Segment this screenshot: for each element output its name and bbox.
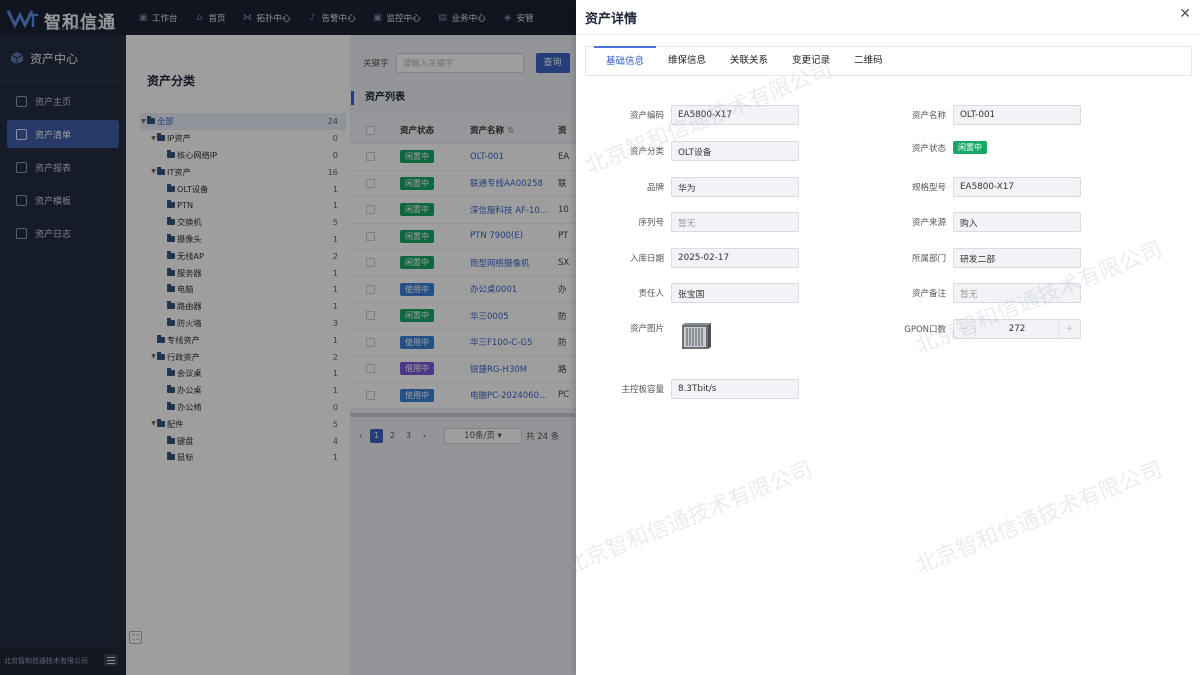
asset-category-field[interactable]: OLT设备: [671, 141, 799, 161]
field-brand: 品牌 华为: [576, 177, 799, 197]
field-label: GPON口数: [904, 325, 946, 335]
asset-image[interactable]: [679, 319, 713, 353]
tab-change-log[interactable]: 变更记录: [780, 46, 842, 76]
tab-maintenance[interactable]: 维保信息: [656, 46, 718, 76]
dept-field[interactable]: 研发二部: [953, 248, 1081, 268]
serial-field[interactable]: 暂无: [671, 212, 799, 232]
asset-name-field[interactable]: OLT-001: [953, 105, 1081, 125]
modal-mask-top: [0, 0, 576, 35]
tab-relations[interactable]: 关联关系: [718, 46, 780, 76]
field-image: 资产图片: [576, 319, 713, 353]
tab-basic-info[interactable]: 基础信息: [594, 46, 657, 76]
field-label: 资产名称: [911, 111, 946, 121]
field-label: 资产备注: [911, 289, 946, 299]
watermark: 北京智和信通技术有限公司: [561, 457, 817, 580]
asset-detail-drawer: 资产详情 ✕ 基础信息 维保信息 关联关系 变更记录 二维码 资产编码 EA580…: [562, 0, 1200, 675]
field-in-date: 入库日期 2025-02-17: [576, 248, 799, 268]
source-field[interactable]: 购入: [953, 212, 1081, 232]
field-label: 所属部门: [911, 254, 946, 264]
field-label: 资产状态: [911, 143, 946, 154]
field-serial: 序列号 暂无: [576, 212, 799, 232]
modal-mask[interactable]: [126, 35, 576, 675]
field-source: 资产来源 购入: [858, 212, 1081, 232]
close-icon[interactable]: ✕: [1179, 7, 1191, 21]
field-capacity: 主控板容量 8.3Tbit/s: [576, 379, 799, 399]
field-name: 资产名称 OLT-001: [858, 105, 1081, 125]
model-field[interactable]: EA5800-X17: [953, 177, 1081, 197]
tab-qrcode[interactable]: 二维码: [842, 46, 895, 76]
in-date-field[interactable]: 2025-02-17: [671, 248, 799, 268]
field-label: 资产图片: [629, 324, 664, 334]
modal-mask-left: [0, 35, 126, 675]
field-label: 规格型号: [911, 183, 946, 193]
watermark: 北京智和信通技术有限公司: [911, 457, 1167, 580]
field-code: 资产编码 EA5800-X17: [576, 105, 799, 125]
asset-code-field[interactable]: EA5800-X17: [671, 105, 799, 125]
field-remark: 资产备注 暂无: [858, 283, 1081, 303]
field-label: 资产来源: [911, 218, 946, 228]
field-category: 资产分类 OLT设备: [576, 141, 799, 161]
gpon-value[interactable]: 272: [976, 324, 1058, 334]
field-label: 责任人: [638, 289, 664, 299]
field-owner: 责任人 张宝国: [576, 283, 799, 303]
device-image: [682, 323, 711, 349]
field-model: 规格型号 EA5800-X17: [858, 177, 1081, 197]
drawer-title: 资产详情: [576, 0, 1200, 35]
gpon-stepper: − 272 +: [953, 319, 1081, 339]
field-dept: 所属部门 研发二部: [858, 248, 1081, 268]
field-label: 资产分类: [629, 147, 664, 157]
field-gpon: GPON口数 − 272 +: [858, 319, 1081, 339]
field-status: 资产状态 闲置中: [858, 141, 987, 154]
detail-tabs: 基础信息 维保信息 关联关系 变更记录 二维码: [585, 46, 1192, 76]
field-label: 资产编码: [629, 111, 664, 121]
remark-field[interactable]: 暂无: [953, 283, 1081, 303]
field-label: 入库日期: [629, 254, 664, 264]
field-label: 主控板容量: [621, 385, 664, 395]
field-label: 品牌: [646, 183, 664, 193]
decrease-button[interactable]: −: [954, 320, 976, 338]
brand-field[interactable]: 华为: [671, 177, 799, 197]
field-label: 序列号: [638, 218, 664, 228]
status-badge: 闲置中: [953, 141, 987, 154]
owner-field[interactable]: 张宝国: [671, 283, 799, 303]
capacity-field[interactable]: 8.3Tbit/s: [671, 379, 799, 399]
increase-button[interactable]: +: [1058, 320, 1080, 338]
